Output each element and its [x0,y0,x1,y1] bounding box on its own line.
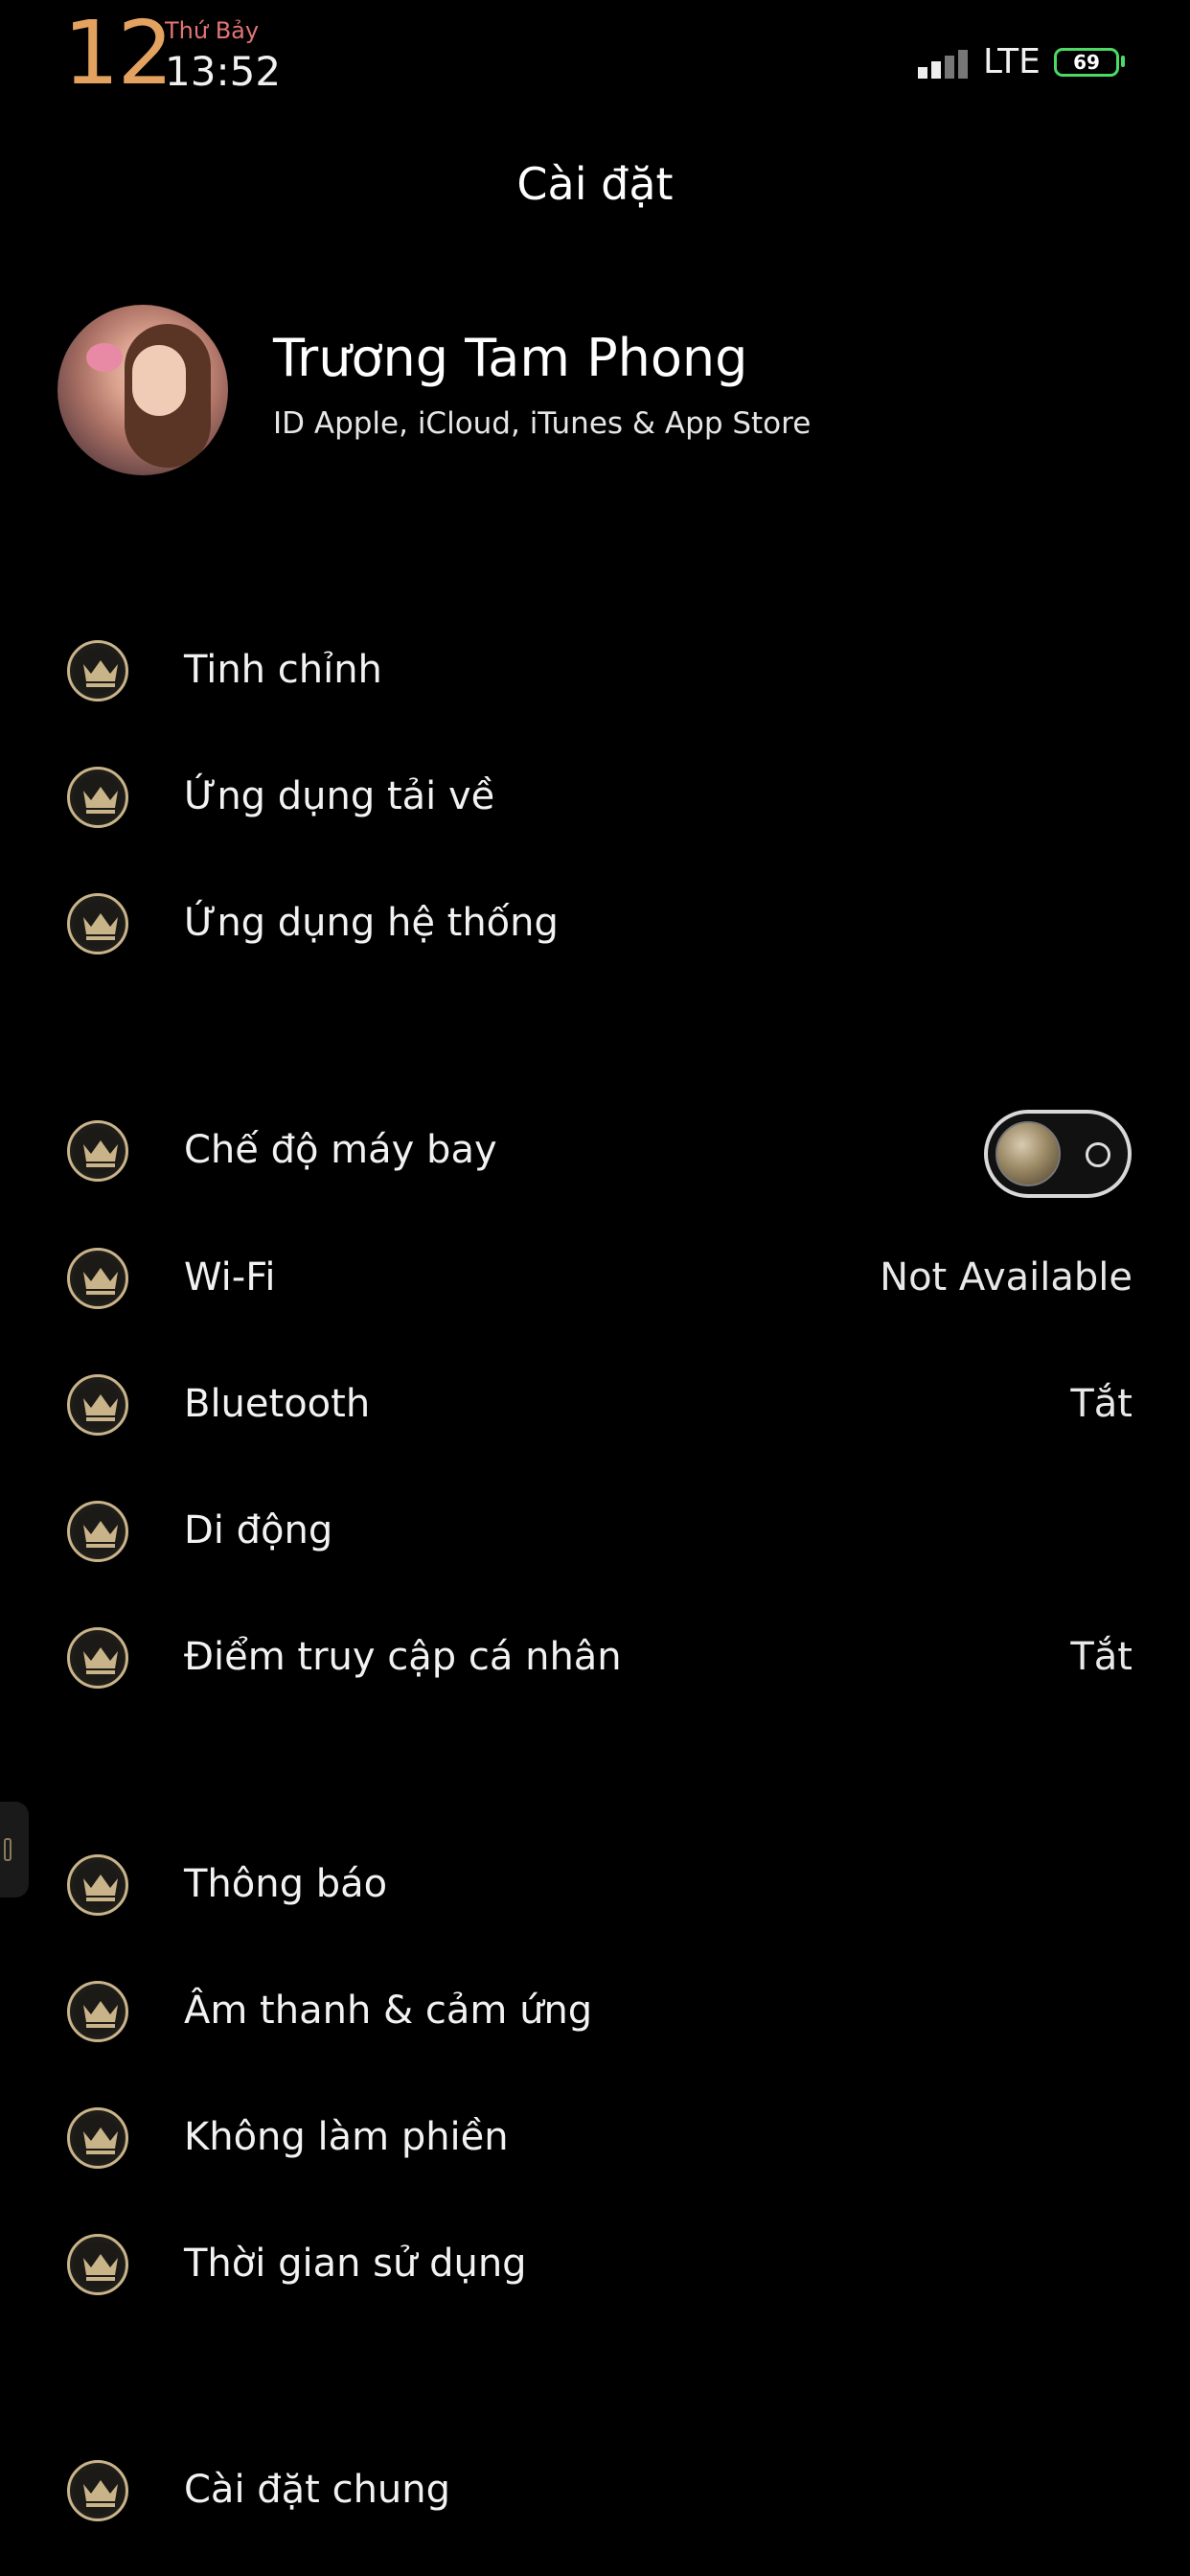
settings-row-thong-bao[interactable]: Thông báo [0,1834,1190,1940]
settings-row-label: Bluetooth [184,1382,371,1426]
network-type: LTE [983,42,1041,81]
crown-icon [67,2234,128,2295]
battery-level: 69 [1073,51,1100,74]
settings-row-value: Not Available [880,1255,1133,1300]
settings-row-label: Điểm truy cập cá nhân [184,1635,622,1679]
page-title: Cài đặt [516,158,674,210]
settings-row-khong-lam-phien[interactable]: Không làm phiền [0,2087,1190,2193]
crown-icon [67,2107,128,2169]
settings-row-hotspot[interactable]: Điểm truy cập cá nhân Tắt [0,1607,1190,1713]
settings-row-label: Chế độ máy bay [184,1128,497,1172]
crown-icon [67,767,128,828]
settings-row-di-dong[interactable]: Di động [0,1481,1190,1586]
settings-row-wifi[interactable]: Wi-Fi Not Available [0,1228,1190,1333]
date-day-number: 12 [63,2,173,104]
battery-tip [1121,56,1125,67]
settings-row-label: Cài đặt chung [184,2468,451,2512]
settings-row-label: Thời gian sử dụng [184,2242,527,2286]
crown-icon [67,1981,128,2042]
signal-icon [918,50,973,79]
battery-icon: 69 [1054,48,1119,77]
settings-row-am-thanh[interactable]: Âm thanh & cảm ứng [0,1961,1190,2066]
settings-row-tinh-chinh[interactable]: Tinh chỉnh [0,620,1190,725]
clock: 13:52 [165,48,282,95]
settings-row-bluetooth[interactable]: Bluetooth Tắt [0,1354,1190,1460]
settings-row-ung-dung-he-thong[interactable]: Ứng dụng hệ thống [0,873,1190,978]
status-bar: 12 Thứ Bảy 13:52 LTE 69 [0,0,1190,115]
settings-row-value: Tắt [1070,1382,1133,1426]
profile-subtitle[interactable]: ID Apple, iCloud, iTunes & App Store [273,406,811,441]
settings-row-ung-dung-tai-ve[interactable]: Ứng dụng tải về [0,747,1190,852]
settings-row-label: Thông báo [184,1862,388,1906]
crown-icon [67,1248,128,1309]
settings-row-label: Ứng dụng hệ thống [184,901,559,945]
settings-row-cai-dat-chung[interactable]: Cài đặt chung [0,2440,1190,2545]
settings-row-label: Di động [184,1508,333,1552]
settings-row-label: Không làm phiền [184,2115,509,2159]
settings-row-label: Tinh chỉnh [184,648,382,692]
settings-row-value: Tắt [1070,1635,1133,1679]
crown-icon [67,640,128,702]
crown-icon [67,1120,128,1182]
profile-name[interactable]: Trương Tam Phong [273,328,747,388]
crown-icon [67,1627,128,1689]
crown-icon [67,2460,128,2521]
crown-icon [67,1374,128,1436]
toggle-knob [995,1121,1061,1186]
settings-row-airplane-mode[interactable]: Chế độ máy bay [0,1100,1190,1206]
settings-row-thoi-gian-su-dung[interactable]: Thời gian sử dụng [0,2214,1190,2319]
settings-row-label: Wi-Fi [184,1255,276,1300]
settings-row-label: Ứng dụng tải về [184,774,495,818]
crown-icon [67,1501,128,1562]
crown-icon [67,893,128,954]
crown-icon [67,1854,128,1916]
weekday-label: Thứ Bảy [165,17,260,44]
avatar[interactable] [57,305,228,475]
airplane-mode-toggle[interactable] [984,1110,1132,1198]
toggle-off-indicator [1086,1142,1110,1167]
settings-row-label: Âm thanh & cảm ứng [184,1989,593,2033]
